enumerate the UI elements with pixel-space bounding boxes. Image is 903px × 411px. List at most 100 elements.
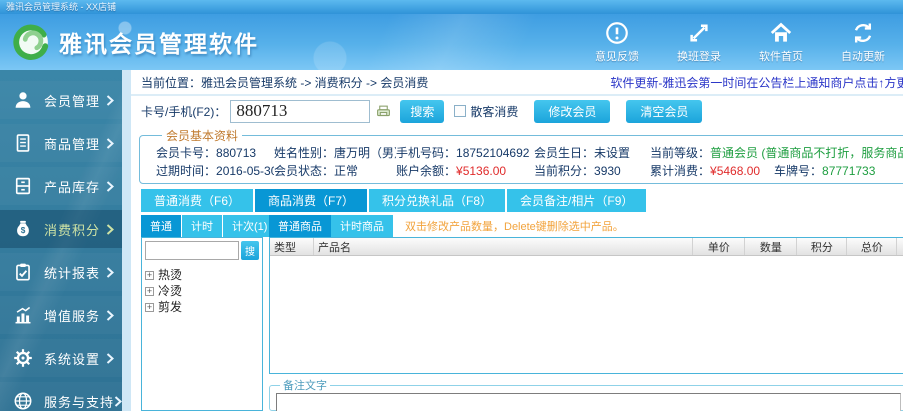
sidebar-item-label: 商品管理 (44, 136, 101, 152)
inventory-icon (10, 175, 36, 197)
expand-icon[interactable]: + (145, 270, 154, 280)
category-tree-box: 搜 + 热烫 + 冷烫 + 剪发 (141, 237, 263, 411)
shift-login-button[interactable]: 换班登录 (667, 20, 731, 64)
chevron-right-icon (106, 94, 114, 106)
tab-goods-consume[interactable]: 商品消费（F7） (255, 189, 368, 212)
field-label: 累计消费： (650, 164, 711, 178)
column-header-quantity: 数量 (745, 238, 798, 255)
tab-member-note-photo[interactable]: 会员备注/相片（F9） (507, 189, 647, 212)
title-bar[interactable]: 雅讯会员管理系统 - XX店铺 (0, 0, 903, 14)
home-button[interactable]: 软件首页 (749, 20, 813, 64)
member-birthday: 未设置 (594, 146, 631, 160)
tab-category-normal[interactable]: 普通 (141, 215, 181, 237)
member-icon (10, 89, 36, 111)
goods-consume-panel: 普通 计时 计次(1) 搜 + 热烫 + 冷烫 + 剪发 普通商品 计时商品 双… (131, 212, 903, 411)
card-number-input[interactable] (230, 99, 371, 123)
tab-normal-product[interactable]: 普通商品 (269, 215, 331, 237)
tab-category-timed[interactable]: 计时 (182, 215, 222, 237)
expand-icon[interactable]: + (145, 302, 154, 312)
walkin-checkbox[interactable] (454, 105, 467, 117)
tab-normal-consume[interactable]: 普通消费（F6） (141, 189, 254, 212)
chevron-right-icon (106, 266, 114, 278)
field-label: 当前等级： (650, 146, 711, 160)
tab-timed-product[interactable]: 计时商品 (331, 215, 393, 237)
product-table-body[interactable] (270, 256, 903, 373)
member-info-row: 会员卡号：880713 姓名性别：唐万明（男） 手机号码：18752104692… (156, 144, 903, 162)
card-reader-icon (376, 104, 391, 119)
tree-node[interactable]: + 剪发 (145, 299, 259, 315)
column-header-points: 积分 (797, 238, 848, 255)
consume-tabs: 普通消费（F6） 商品消费（F7） 积分兑换礼品（F8） 会员备注/相片（F9） (131, 184, 903, 212)
product-hint-text: 双击修改产品数量，Delete键删除选中产品。 (405, 221, 624, 233)
shift-login-icon (686, 20, 712, 46)
sidebar-item-goods-management[interactable]: 商品管理 (0, 124, 122, 162)
tree-node[interactable]: + 热烫 (145, 267, 259, 283)
field-label: 过期时间： (156, 164, 217, 178)
sidebar-item-label: 产品库存 (44, 179, 101, 195)
sidebar-item-label: 服务与支持 (44, 394, 115, 410)
field-label: 车牌号： (774, 164, 823, 178)
product-panel: 普通商品 计时商品 双击修改产品数量，Delete键删除选中产品。 类型 产品名… (269, 215, 903, 411)
sidebar-item-statistics-report[interactable]: 统计报表 (0, 253, 122, 291)
expand-icon[interactable]: + (145, 286, 154, 296)
field-label: 会员卡号： (156, 146, 217, 160)
field-label: 手机号码： (396, 146, 457, 160)
feedback-icon (604, 20, 630, 46)
tree-node-label: 热烫 (158, 268, 183, 282)
product-table: 类型 产品名 单价 数量 积分 总价 折扣价 (269, 237, 903, 374)
walkin-checkbox-label: 散客消费 (470, 104, 519, 119)
sidebar-item-system-settings[interactable]: 系统设置 (0, 339, 122, 377)
points-icon: $ (10, 218, 36, 240)
column-header-unit-price: 单价 (693, 238, 746, 255)
member-points: 3930 (594, 164, 621, 178)
field-label: 姓名性别： (274, 146, 335, 160)
window-title: 雅讯会员管理系统 - XX店铺 (6, 2, 117, 12)
remark-panel: 备注文字 (269, 377, 903, 411)
sidebar-item-member-management[interactable]: 会员管理 (0, 81, 122, 119)
report-icon (10, 261, 36, 283)
app-window: 雅讯会员管理系统 - XX店铺 雅讯会员管理软件 意见反馈 换班登录 软件首页 … (0, 0, 903, 411)
sidebar-item-label: 统计报表 (44, 265, 101, 281)
sidebar-item-value-added-service[interactable]: 增值服务 (0, 296, 122, 334)
member-status: 正常 (334, 164, 359, 178)
column-header-discount-price: 折扣价 (897, 238, 903, 255)
sidebar-item-product-inventory[interactable]: 产品库存 (0, 167, 122, 205)
remark-legend: 备注文字 (283, 380, 327, 392)
sidebar-item-service-support[interactable]: 服务与支持 (0, 382, 123, 411)
column-header-type: 类型 (270, 238, 314, 255)
category-search-button[interactable]: 搜 (241, 241, 259, 260)
column-header-product-name: 产品名 (314, 238, 694, 255)
member-card-no: 880713 (216, 146, 257, 160)
sidebar-item-label: 增值服务 (44, 308, 101, 324)
sidebar-item-consumption-points[interactable]: $ 消费积分 (0, 210, 122, 248)
field-label: 会员生日： (534, 146, 595, 160)
modify-member-button[interactable]: 修改会员 (534, 99, 611, 123)
clear-member-button[interactable]: 清空会员 (626, 99, 703, 123)
remark-textarea[interactable] (276, 393, 902, 411)
search-button[interactable]: 搜索 (400, 99, 445, 123)
feedback-button[interactable]: 意见反馈 (585, 20, 649, 64)
chevron-right-icon (106, 180, 114, 192)
chevron-right-icon (114, 395, 123, 407)
home-label: 软件首页 (759, 51, 803, 63)
feedback-label: 意见反馈 (595, 51, 639, 63)
update-notice: 软件更新-雅迅会第一时间在公告栏上通知商户点击↑方更新按钮。 (610, 75, 903, 90)
category-tree: + 热烫 + 冷烫 + 剪发 (145, 267, 259, 315)
card-number-label: 卡号/手机(F2)： (141, 104, 227, 119)
chevron-right-icon (106, 309, 114, 321)
support-icon (10, 390, 36, 411)
settings-icon (10, 347, 36, 369)
member-balance: ¥5136.00 (456, 164, 507, 178)
tab-points-gift-exchange[interactable]: 积分兑换礼品（F8） (369, 189, 506, 212)
header-actions: 意见反馈 换班登录 软件首页 自动更新 (585, 20, 895, 64)
member-total-spend: ¥5468.00 (710, 164, 761, 178)
chevron-right-icon (106, 137, 114, 149)
column-header-total-price: 总价 (847, 238, 898, 255)
product-tabs-row: 普通商品 计时商品 双击修改产品数量，Delete键删除选中产品。 (269, 215, 903, 237)
tree-node[interactable]: + 冷烫 (145, 283, 259, 299)
value-service-icon (10, 304, 36, 326)
chevron-right-icon (106, 223, 114, 235)
category-search-input[interactable] (145, 241, 239, 260)
auto-update-button[interactable]: 自动更新 (831, 20, 895, 64)
category-search-row: 搜 (145, 241, 259, 260)
